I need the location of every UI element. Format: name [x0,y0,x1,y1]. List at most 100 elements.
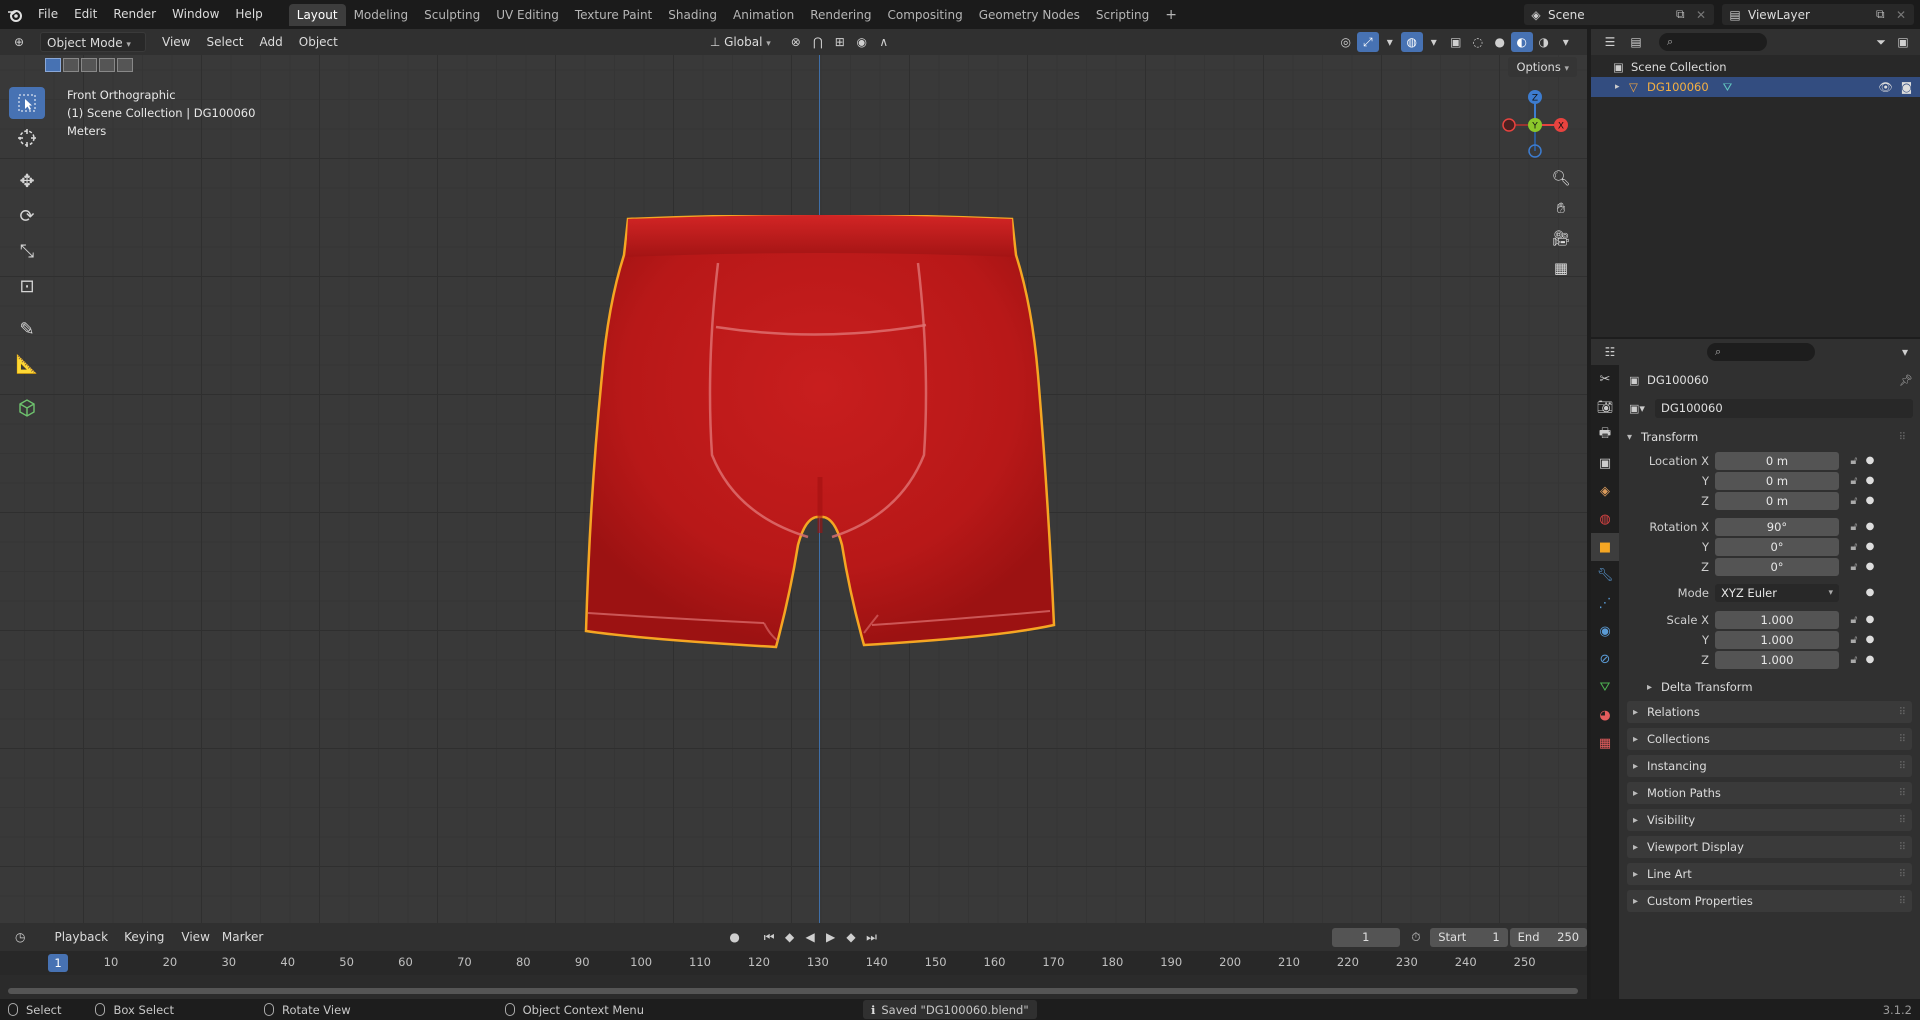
playback-menu[interactable]: Playback ▾ [48,927,118,964]
location-y-field[interactable]: 0 m [1715,471,1839,490]
menu-object[interactable]: Object [293,32,344,52]
delta-transform-subpanel[interactable]: ▸ Delta Transform [1647,677,1753,697]
tab-geometry-nodes[interactable]: Geometry Nodes [971,4,1088,26]
ortho-grid-icon[interactable]: ▦ [1546,253,1576,283]
rotation-mode-dropdown[interactable]: XYZ Euler ▾ [1715,583,1839,602]
tab-layout[interactable]: Layout [288,3,346,26]
lock-icon[interactable]: 🔓︎ [1845,520,1863,534]
gizmo-dropdown-icon[interactable]: ▾ [1379,32,1401,52]
measure-tool-icon[interactable]: 📐 [9,348,45,380]
rendered-shading-icon[interactable]: ◑ [1533,32,1555,52]
view-layer-selector[interactable]: ▤ ViewLayer ⧉ ✕ [1722,4,1914,25]
properties-editor-icon[interactable]: ☷ [1599,342,1621,362]
falloff-icon[interactable]: ∧ [873,32,895,52]
tab-animation[interactable]: Animation [725,4,802,26]
end-frame-field[interactable]: End 250 [1509,927,1588,947]
render-tab-icon[interactable]: 📷︎ [1591,393,1619,421]
xray-icon[interactable]: ▣ [1445,32,1467,52]
panel-viewport-display[interactable]: ▸ Viewport Display ⠿ [1627,836,1912,858]
constraints-tab-icon[interactable]: ⊘ [1591,645,1619,673]
drag-handle-icon[interactable]: ⠿ [1899,869,1906,880]
annotate-tool-icon[interactable]: ✎ [9,313,45,345]
add-cube-tool-icon[interactable] [9,391,45,423]
texture-tab-icon[interactable]: ▦ [1591,729,1619,757]
transform-tool-icon[interactable]: ⊡ [9,270,45,302]
object-name-field[interactable]: DG100060 [1655,399,1913,418]
jump-start-icon[interactable]: ⏮ [759,927,779,947]
drag-handle-icon[interactable]: ⠿ [1899,432,1906,443]
rotation-x-field[interactable]: 90° [1715,517,1839,536]
selected-mesh-object[interactable] [580,215,1060,775]
keyframe-dot-icon[interactable]: ● [1863,475,1877,486]
snap-target-icon[interactable]: ⊞ [829,32,851,52]
outliner-editor-icon[interactable]: ☰ [1599,32,1621,52]
tab-uv-editing[interactable]: UV Editing [488,4,567,26]
tab-modeling[interactable]: Modeling [346,4,417,26]
modifier-tab-icon[interactable]: 🔧︎ [1591,561,1619,589]
panel-collections[interactable]: ▸ Collections ⠿ [1627,728,1912,750]
prev-keyframe-icon[interactable]: ◆ [779,927,799,947]
rotation-z-field[interactable]: 0° [1715,557,1839,576]
menu-render[interactable]: Render [105,0,164,29]
shading-dropdown-icon[interactable]: ▾ [1555,32,1577,52]
zoom-icon[interactable]: 🔍︎ [1546,163,1576,193]
pin-icon[interactable]: 📌︎ [1899,374,1913,387]
keying-menu[interactable]: Keying ▾ [118,927,175,964]
scale-z-field[interactable]: 1.000 [1715,650,1839,669]
select-subtract-icon[interactable] [81,58,97,72]
tool-tab-icon[interactable]: ✂ [1591,365,1619,393]
drag-handle-icon[interactable]: ⠿ [1899,734,1906,745]
keyframe-dot-icon[interactable]: ● [1863,455,1877,466]
pan-hand-icon[interactable]: ✋︎ [1546,193,1576,223]
keyframe-dot-icon[interactable]: ● [1863,521,1877,532]
timeline-editor-icon[interactable]: ◷ [10,927,30,947]
marker-menu[interactable]: Marker [216,927,269,947]
eye-icon[interactable]: 👁︎ [1878,80,1893,94]
gizmo-toggle-icon[interactable]: ⤢ [1356,32,1379,52]
particles-tab-icon[interactable]: ⋰ [1591,589,1619,617]
panel-custom-properties[interactable]: ▸ Custom Properties ⠿ [1627,890,1912,912]
lock-icon[interactable]: 🔓︎ [1845,653,1863,667]
menu-file[interactable]: File [30,0,66,29]
object-browse-icon[interactable]: ▣▾ [1629,402,1655,415]
properties-search-input[interactable]: ⌕ [1707,343,1815,361]
jump-end-icon[interactable]: ⏭ [861,927,881,947]
overlays-dropdown-icon[interactable]: ▾ [1423,32,1445,52]
select-intersect-icon[interactable] [117,58,133,72]
physics-tab-icon[interactable]: ◉ [1591,617,1619,645]
3d-viewport[interactable]: Front Orthographic (1) Scene Collection … [0,55,1587,923]
material-shading-icon[interactable]: ◐ [1510,32,1533,52]
transform-panel-header[interactable]: ▾ Transform ⠿ [1627,426,1912,448]
view-layer-tab-icon[interactable]: ▣ [1591,449,1619,477]
select-extend-icon[interactable] [63,58,79,72]
navigation-gizmo[interactable]: Z X Y [1495,85,1575,165]
editor-type-icon[interactable]: ⊕ [8,32,30,52]
select-difference-icon[interactable] [99,58,115,72]
panel-motion-paths[interactable]: ▸ Motion Paths ⠿ [1627,782,1912,804]
menu-edit[interactable]: Edit [66,0,105,29]
tab-compositing[interactable]: Compositing [879,4,970,26]
camera-view-icon[interactable]: 🎥︎ [1546,223,1576,253]
new-collection-icon[interactable]: ▣ [1892,32,1914,52]
lock-icon[interactable]: 🔓︎ [1845,633,1863,647]
tab-scripting[interactable]: Scripting [1088,4,1157,26]
select-new-icon[interactable] [45,58,61,72]
drag-handle-icon[interactable]: ⠿ [1899,788,1906,799]
transform-orientation-dropdown[interactable]: ⊥ Global ▾ [704,32,777,52]
location-z-field[interactable]: 0 m [1715,491,1839,510]
menu-window[interactable]: Window [164,0,227,29]
keyframe-dot-icon[interactable]: ● [1863,561,1877,572]
menu-add[interactable]: Add [254,32,289,52]
panel-visibility[interactable]: ▸ Visibility ⠿ [1627,809,1912,831]
timeline-scrollbar[interactable] [8,988,1578,994]
keyframe-dot-icon[interactable]: ● [1863,614,1877,625]
add-workspace-button[interactable]: + [1157,7,1185,23]
remove-view-layer-icon[interactable]: ✕ [1896,8,1914,22]
lock-icon[interactable]: 🔓︎ [1845,454,1863,468]
proportional-edit-icon[interactable]: ◉ [851,32,873,52]
options-dropdown[interactable]: Options ▾ [1508,57,1577,77]
tab-rendering[interactable]: Rendering [802,4,879,26]
timeline-view-menu[interactable]: View [175,927,215,947]
tab-shading[interactable]: Shading [660,4,725,26]
timeline-ruler[interactable]: 1 10 20 30 40 50 60 70 80 90 100 110 120 130 140 150 16… [0,951,1587,975]
